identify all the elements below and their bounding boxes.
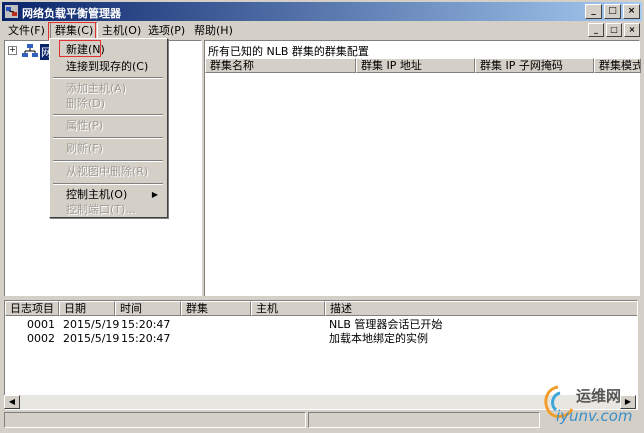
col-log-entry[interactable]: 日志项目 (5, 301, 59, 316)
cluster-list-pane: 所有已知的 NLB 群集的群集配置 群集名称 群集 IP 地址 群集 IP 子网… (204, 40, 641, 297)
menu-host[interactable]: 主机(O) (98, 23, 145, 38)
log-entry-id: 0002 (27, 332, 55, 345)
menu-separator (53, 77, 163, 79)
log-time: 15:20:47 (121, 318, 171, 331)
status-cell-secondary (308, 412, 540, 428)
menu-item-remove-label: 从视图中删除(R) (66, 165, 149, 178)
menu-item-connect-label: 连接到现存的(C) (66, 60, 149, 73)
menu-options[interactable]: 选项(P) (144, 23, 189, 38)
nlb-manager-window: 网络负载平衡管理器 _ □ × 文件(F) 群集(C) 主机(O) 选项(P) … (0, 0, 644, 433)
col-cluster-ip[interactable]: 群集 IP 地址 (356, 58, 475, 73)
menu-item-delete-label: 删除(D) (66, 97, 106, 110)
menu-item-refresh-label: 刷新(F) (66, 142, 103, 155)
log-description: 加载本地绑定的实例 (329, 332, 428, 345)
menu-file[interactable]: 文件(F) (4, 23, 49, 38)
log-date: 2015/5/19 (63, 332, 120, 345)
col-cluster-mode[interactable]: 群集模式 (594, 58, 641, 73)
minimize-button[interactable]: _ (585, 4, 602, 19)
col-cluster-name[interactable]: 群集名称 (205, 58, 356, 73)
log-column-headers: 日志项目 日期 时间 群集 主机 描述 (5, 301, 637, 316)
cluster-column-headers: 群集名称 群集 IP 地址 群集 IP 子网掩码 群集模式 (205, 58, 641, 73)
nlb-app-icon (5, 5, 18, 18)
menu-separator (53, 114, 163, 116)
window-title: 网络负载平衡管理器 (22, 7, 121, 20)
close-button[interactable]: × (623, 4, 640, 19)
menu-item-refresh[interactable]: 刷新(F) (52, 140, 164, 157)
child-maximize-button[interactable]: □ (606, 23, 622, 37)
col-log-cluster[interactable]: 群集 (181, 301, 251, 316)
watermark-url: iyunv.com (556, 407, 633, 425)
menu-item-remove-from-view[interactable]: 从视图中删除(R) (52, 163, 164, 180)
menu-item-new-label: 新建(N) (66, 43, 105, 56)
menu-item-control-ports[interactable]: 控制端口(T)... (52, 201, 164, 218)
menu-item-delete[interactable]: 删除(D) (52, 95, 164, 112)
title-bar[interactable]: 网络负载平衡管理器 _ □ × (2, 2, 642, 21)
menu-item-add-host-label: 添加主机(A) (66, 82, 127, 95)
menu-separator (53, 160, 163, 162)
menu-item-connect-existing[interactable]: 连接到现存的(C) (52, 58, 164, 75)
menu-cluster[interactable]: 群集(C) (50, 22, 99, 39)
menu-item-properties-label: 属性(P) (66, 119, 104, 132)
site-watermark: 运维网 iyunv.com (538, 383, 642, 429)
menu-item-control-ports-label: 控制端口(T)... (66, 203, 136, 216)
col-cluster-subnet[interactable]: 群集 IP 子网掩码 (475, 58, 594, 73)
log-description: NLB 管理器会话已开始 (329, 318, 443, 331)
cluster-menu-dropdown: 新建(N) 连接到现存的(C) 添加主机(A) 删除(D) 属性(P) 刷新(F… (49, 38, 168, 218)
log-date: 2015/5/19 (63, 318, 120, 331)
maximize-button[interactable]: □ (604, 4, 621, 19)
menu-item-properties[interactable]: 属性(P) (52, 117, 164, 134)
child-close-button[interactable]: × (624, 23, 640, 37)
tree-expand-icon[interactable]: + (8, 46, 17, 55)
col-log-description[interactable]: 描述 (325, 301, 637, 316)
menu-separator (53, 183, 163, 185)
log-entry-id: 0001 (27, 318, 55, 331)
child-minimize-button[interactable]: _ (588, 23, 604, 37)
menu-separator (53, 137, 163, 139)
col-log-date[interactable]: 日期 (59, 301, 115, 316)
status-cell-main (4, 412, 306, 428)
watermark-brand: 运维网 (576, 387, 622, 405)
pane-header: 所有已知的 NLB 群集的群集配置 (208, 45, 369, 58)
scroll-left-icon[interactable]: ◀ (4, 395, 20, 409)
col-log-time[interactable]: 时间 (115, 301, 181, 316)
log-time: 15:20:47 (121, 332, 171, 345)
menu-help[interactable]: 帮助(H) (190, 23, 237, 38)
menu-bar: 文件(F) 群集(C) 主机(O) 选项(P) 帮助(H) _ □ × (2, 22, 642, 39)
menu-item-new[interactable]: 新建(N) (52, 41, 164, 58)
col-log-host[interactable]: 主机 (251, 301, 325, 316)
network-clusters-icon (22, 44, 38, 57)
menu-item-control-hosts-label: 控制主机(O) (66, 188, 128, 201)
